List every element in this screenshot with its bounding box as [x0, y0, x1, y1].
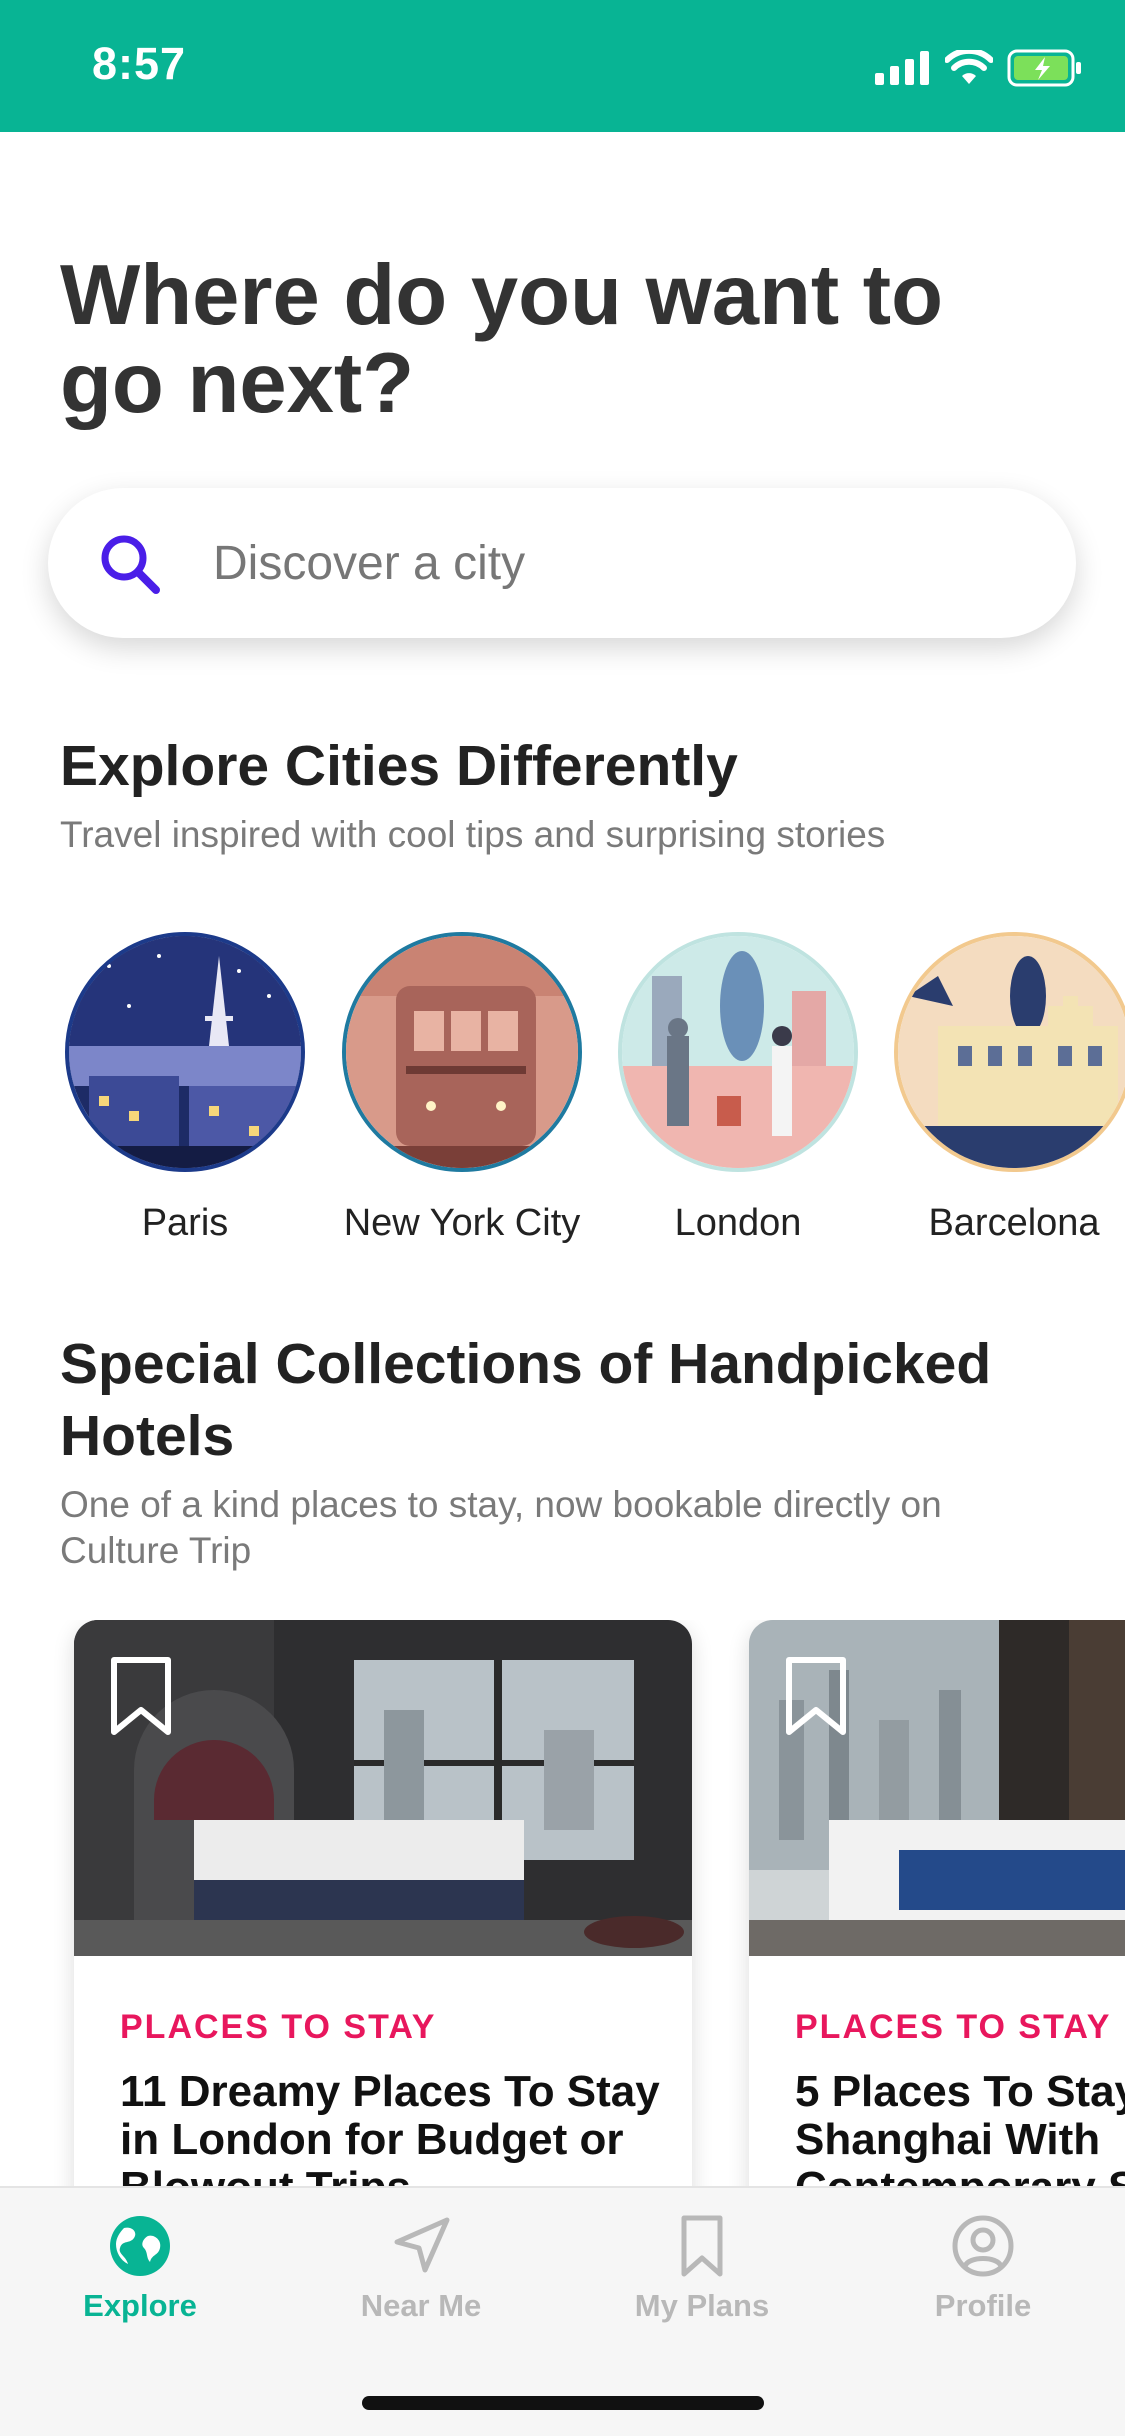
bookmark-icon	[681, 2215, 723, 2277]
status-time: 8:57	[92, 38, 187, 89]
tab-explore[interactable]: Explore	[0, 2214, 280, 2324]
card-category-tag: PLACES TO STAY	[795, 2008, 1112, 2046]
city-name: Paris	[141, 1202, 229, 1244]
hotel-collection-card[interactable]: PLACES TO STAY 5 Places To Stay in Shang…	[749, 1620, 1125, 2200]
london-illustration	[622, 936, 854, 1168]
collections-section-subtitle: One of a kind places to stay, now bookab…	[60, 1484, 942, 1571]
card-title: 5 Places To Stay in Shanghai With Contem…	[795, 2067, 1125, 2201]
tab-label: Near Me	[360, 2288, 482, 2323]
city-carousel[interactable]: Paris New York City London Barcelona	[0, 932, 1125, 1262]
explore-section-title: Explore Cities Differently	[60, 734, 738, 798]
tab-label: Explore	[83, 2288, 197, 2323]
paris-illustration	[69, 936, 301, 1168]
battery-charging-icon	[1007, 49, 1081, 87]
cellular-signal-icon	[875, 51, 929, 85]
city-name: Barcelona	[928, 1202, 1100, 1244]
city-image-paris	[65, 932, 305, 1172]
city-item-barcelona[interactable]: Barcelona	[884, 932, 1125, 1245]
status-icons	[875, 48, 1083, 88]
tab-label: My Plans	[634, 2288, 770, 2323]
card-category-tag: PLACES TO STAY	[120, 2008, 437, 2046]
user-circle-icon	[952, 2215, 1014, 2277]
tab-profile[interactable]: Profile	[843, 2214, 1123, 2324]
tab-label: Profile	[934, 2288, 1032, 2323]
explore-section-subtitle: Travel inspired with cool tips and surpr…	[60, 814, 886, 855]
collections-section-title: Special Collections of Handpicked Hotels	[60, 1332, 992, 1468]
city-image-london	[618, 932, 858, 1172]
barcelona-illustration	[898, 936, 1125, 1168]
search-placeholder: Discover a city	[213, 537, 526, 590]
search-icon	[101, 535, 160, 594]
globe-icon	[110, 2216, 170, 2276]
status-bar: 8:57	[0, 0, 1125, 132]
wifi-icon	[945, 50, 993, 84]
city-item-london[interactable]: London	[608, 932, 868, 1245]
hotel-collections-carousel[interactable]: PLACES TO STAY 11 Dreamy Places To Stay …	[0, 1620, 1125, 2200]
tab-near-me[interactable]: Near Me	[281, 2214, 561, 2324]
city-search-bar[interactable]: Discover a city	[48, 488, 1076, 638]
home-indicator	[362, 2396, 764, 2410]
bookmark-icon[interactable]	[785, 1656, 847, 1738]
city-item-paris[interactable]: Paris	[55, 932, 315, 1245]
navigation-arrow-icon	[394, 2217, 450, 2273]
new-york-illustration	[346, 936, 578, 1168]
city-name: New York City	[343, 1202, 581, 1244]
city-image-barcelona	[894, 932, 1125, 1172]
city-name: London	[674, 1202, 802, 1244]
bookmark-icon[interactable]	[110, 1656, 172, 1738]
hotel-collection-card[interactable]: PLACES TO STAY 11 Dreamy Places To Stay …	[74, 1620, 692, 2200]
card-title: 11 Dreamy Places To Stay in London for B…	[120, 2067, 660, 2201]
city-image-new-york	[342, 932, 582, 1172]
page-title: Where do you want to go next?	[60, 248, 944, 431]
tab-my-plans[interactable]: My Plans	[562, 2214, 842, 2324]
city-item-new-york[interactable]: New York City	[332, 932, 592, 1245]
